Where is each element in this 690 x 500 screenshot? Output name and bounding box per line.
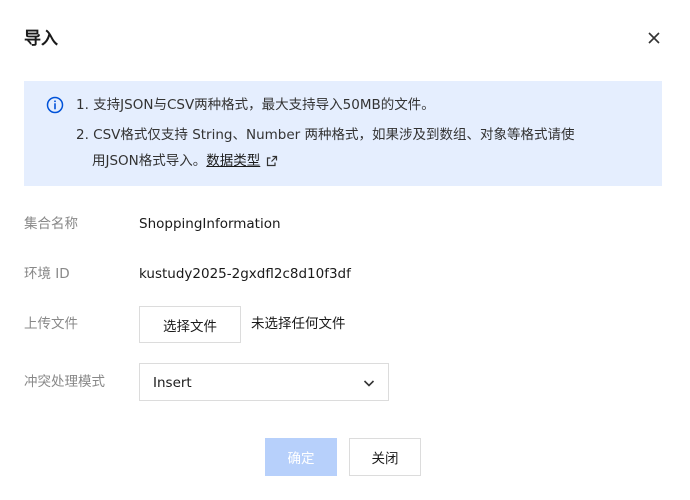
dialog-title: 导入 [24, 29, 58, 49]
close-button[interactable]: 关闭 [349, 438, 421, 476]
info-notice: 1. 支持JSON与CSV两种格式，最大支持导入50MB的文件。 2. CSV格… [24, 81, 662, 186]
external-link-icon[interactable] [266, 155, 278, 167]
conflict-mode-select[interactable]: Insert [139, 363, 389, 401]
info-icon [46, 96, 64, 114]
choose-file-button[interactable]: 选择文件 [139, 306, 241, 343]
no-file-selected-text: 未选择任何文件 [251, 316, 346, 332]
close-icon[interactable] [642, 26, 666, 50]
notice-line-3-prefix: 用JSON格式导入。 [92, 153, 207, 169]
notice-line-3: 用JSON格式导入。数据类型 [92, 151, 278, 171]
conflict-mode-label: 冲突处理模式 [24, 374, 105, 390]
chevron-down-icon [363, 380, 375, 387]
confirm-button[interactable]: 确定 [265, 438, 337, 476]
env-id-value: kustudy2025-2gxdfl2c8d10f3df [139, 266, 351, 282]
notice-line-1: 1. 支持JSON与CSV两种格式，最大支持导入50MB的文件。 [76, 97, 435, 113]
data-type-link[interactable]: 数据类型 [206, 153, 260, 169]
upload-file-label: 上传文件 [24, 316, 78, 332]
notice-line-2: 2. CSV格式仅支持 String、Number 两种格式，如果涉及到数组、对… [76, 127, 575, 143]
collection-name-label: 集合名称 [24, 216, 78, 232]
import-dialog: 导入 1. 支持JSON与CSV两种格式，最大支持导入50MB的文件。 2. C… [0, 0, 690, 500]
collection-name-value: ShoppingInformation [139, 216, 281, 232]
conflict-mode-value: Insert [153, 375, 192, 391]
env-id-label: 环境 ID [24, 266, 70, 282]
